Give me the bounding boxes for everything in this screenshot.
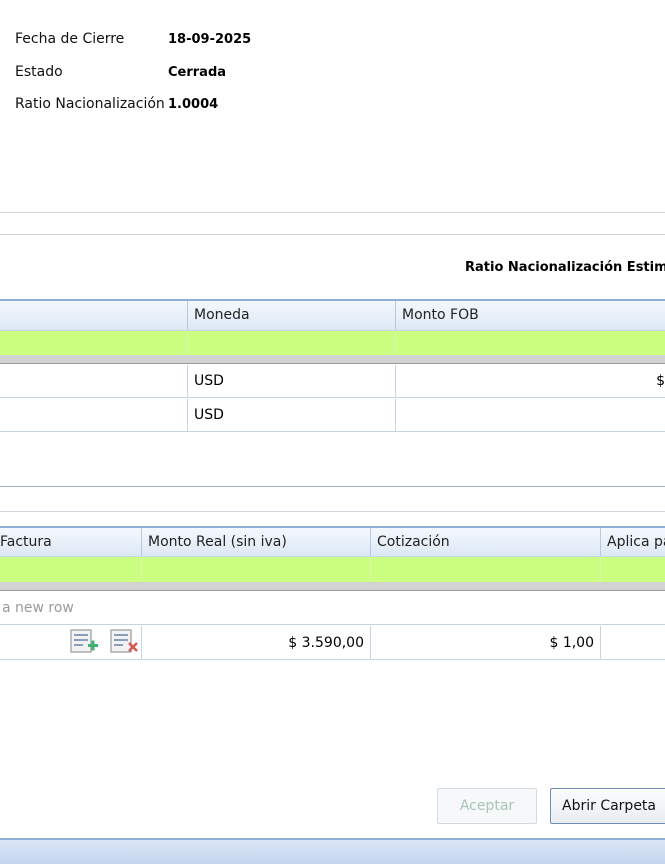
abrir-carpeta-button[interactable]: Abrir Carpeta xyxy=(550,788,665,824)
filter-cell[interactable] xyxy=(187,331,188,355)
estado-value: Cerrada xyxy=(168,65,227,80)
fecha-cierre-value: 18-09-2025 xyxy=(168,32,252,47)
grid-header: Factura Monto Real (sin iva) Cotización … xyxy=(0,526,665,557)
add-row-icon[interactable] xyxy=(70,629,98,655)
column-header-factura[interactable]: Factura xyxy=(0,528,135,556)
column-header-cotizacion[interactable]: Cotización xyxy=(370,528,601,556)
delete-row-icon[interactable] xyxy=(110,629,138,655)
column-header-monto-real[interactable]: Monto Real (sin iva) xyxy=(141,528,371,556)
cell-monto-fob: $ xyxy=(395,365,665,397)
ratio-estimado-label: Ratio Nacionalización Estimado xyxy=(465,260,665,275)
ratio-value: 1.0004 xyxy=(168,97,219,112)
grid-header: Moneda Monto FOB xyxy=(0,299,665,331)
divider xyxy=(0,234,665,235)
aceptar-button[interactable]: Aceptar xyxy=(437,788,537,824)
column-header-aplica[interactable]: Aplica pa xyxy=(600,528,665,556)
new-row-placeholder: a new row xyxy=(2,600,74,616)
divider xyxy=(0,212,665,213)
column-header-monto-fob[interactable]: Monto FOB xyxy=(395,301,665,330)
ratio-label: Ratio Nacionalización xyxy=(15,96,165,112)
filter-cell[interactable] xyxy=(395,331,396,355)
filter-cell[interactable] xyxy=(370,557,371,582)
filter-cell[interactable] xyxy=(600,557,601,582)
new-row[interactable]: a new row xyxy=(0,593,665,625)
divider xyxy=(0,486,665,487)
filter-row[interactable] xyxy=(0,557,665,582)
grid-separator xyxy=(0,355,665,364)
divider xyxy=(0,511,665,512)
cell-moneda: USD xyxy=(187,365,395,397)
cell-cotizacion: $ 1,00 xyxy=(370,626,600,659)
status-bar xyxy=(0,838,665,864)
fecha-cierre-label: Fecha de Cierre xyxy=(15,31,125,47)
cell-monto-fob xyxy=(395,399,665,431)
table-row[interactable]: USD $ xyxy=(0,365,665,398)
cell-moneda: USD xyxy=(187,399,395,431)
table-row[interactable]: $ 3.590,00 $ 1,00 xyxy=(0,626,665,660)
estado-label: Estado xyxy=(15,64,63,80)
column-header-moneda[interactable]: Moneda xyxy=(187,301,396,330)
filter-cell[interactable] xyxy=(141,557,142,582)
table-row[interactable]: USD xyxy=(0,399,665,432)
grid-separator xyxy=(0,582,665,591)
cell-monto-real: $ 3.590,00 xyxy=(141,626,370,659)
cell-aplica xyxy=(600,626,665,659)
filter-row[interactable] xyxy=(0,331,665,355)
